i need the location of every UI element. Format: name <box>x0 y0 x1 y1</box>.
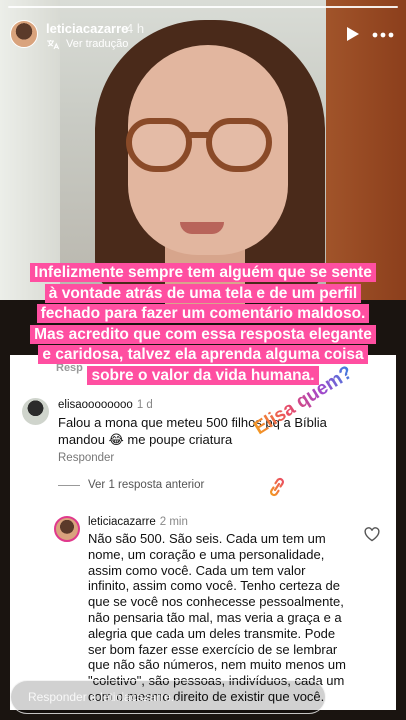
avatar[interactable] <box>10 20 38 48</box>
link-icon <box>270 477 284 497</box>
story-time: 4 h <box>126 21 145 36</box>
caption-line: sobre o valor da vida humana. <box>87 365 319 385</box>
caption-line: e caridosa, talvez ela aprenda alguma co… <box>38 345 368 365</box>
translate-link[interactable]: Ver tradução <box>66 38 128 50</box>
reply-placeholder: Responder a leticiacazarre... <box>28 690 181 704</box>
comment-reply-link: Responder <box>58 452 115 464</box>
story-header: leticiacazarre 4 h Ver tradução <box>10 20 396 56</box>
play-icon[interactable] <box>346 26 360 42</box>
caption-line: Mas acredito que com essa resposta elega… <box>30 324 376 344</box>
heart-icon[interactable] <box>338 688 359 707</box>
comment-author: elisaoooooooo 1 d <box>58 399 153 411</box>
caption-line: à vontade atrás de uma tela e de um perf… <box>44 283 362 303</box>
caption-line: fechado para fazer um comentário maldoso… <box>36 304 370 324</box>
divider <box>58 485 80 486</box>
avatar <box>22 398 49 425</box>
avatar <box>54 516 80 542</box>
comment-age: 2 min <box>159 516 188 528</box>
comment-username: leticiacazarre <box>88 516 156 528</box>
comment-age: 1 d <box>136 399 153 411</box>
comment-like-icon <box>364 527 380 542</box>
send-icon[interactable] <box>370 688 390 707</box>
translate-icon[interactable] <box>46 39 59 50</box>
caption-line: Infelizmente sempre tem alguém que se se… <box>30 263 376 282</box>
story-username[interactable]: leticiacazarre <box>46 21 128 36</box>
comment-text: Não são 500. São seis. Cada um tem um no… <box>88 531 346 704</box>
comment-author: leticiacazarre 2 min <box>88 516 188 528</box>
view-replies-link: Ver 1 resposta anterior <box>88 479 205 491</box>
story-progress-bar <box>8 6 398 8</box>
story-viewer: leticiacazarre 4 h Ver tradução Resp Inf… <box>0 0 406 720</box>
reply-input[interactable]: Responder a leticiacazarre... <box>10 680 326 714</box>
more-icon[interactable] <box>372 32 394 38</box>
comment-username: elisaoooooooo <box>58 399 133 411</box>
